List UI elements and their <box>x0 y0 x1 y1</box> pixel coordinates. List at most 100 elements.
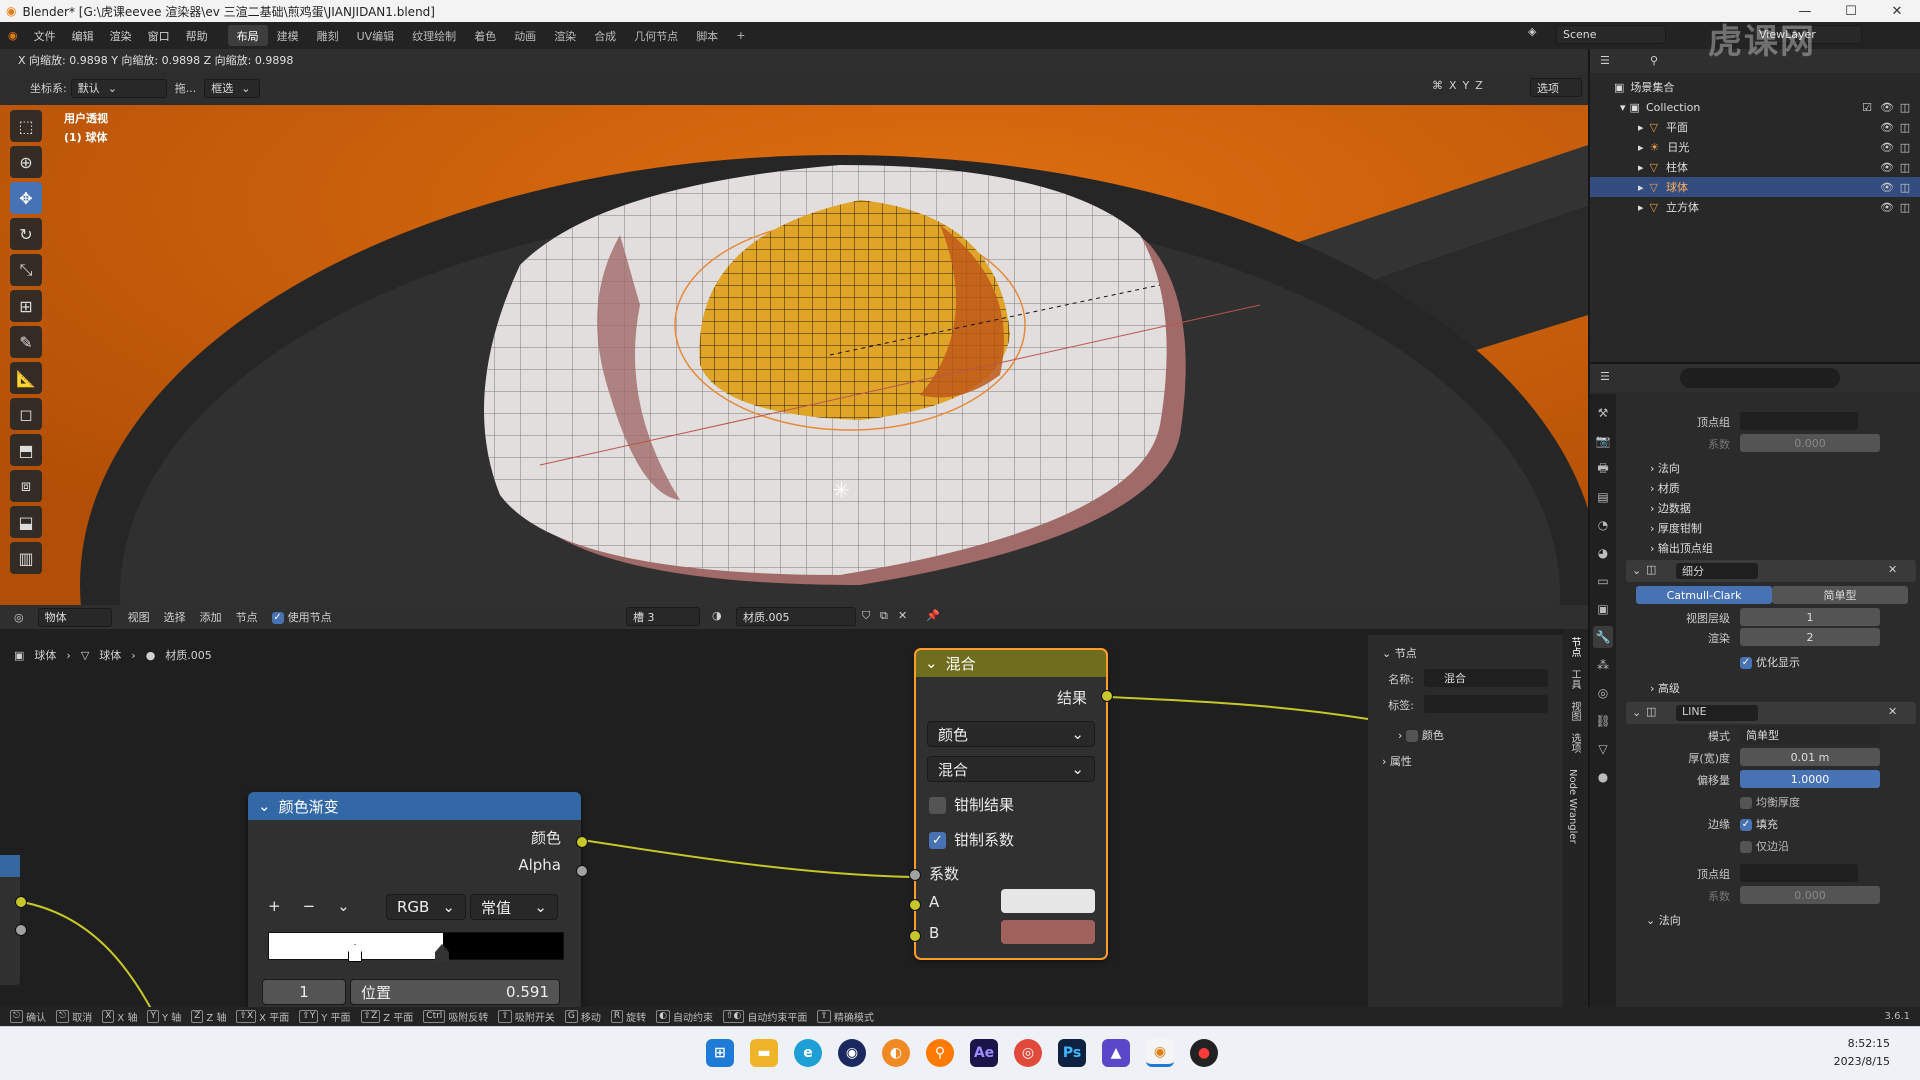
tab-scripting[interactable]: 脚本 <box>687 25 727 46</box>
result-output-socket[interactable] <box>1101 690 1113 702</box>
collapse-arrow-icon[interactable]: ⌄ <box>925 654 938 672</box>
camera-icon[interactable]: ◫ <box>1898 200 1912 214</box>
tab-geometry-nodes[interactable]: 几何节点 <box>625 25 687 46</box>
color-a-swatch[interactable] <box>1001 889 1095 913</box>
outliner-item-cylinder[interactable]: ▸ ▽ 柱体 👁 ◫ <box>1590 157 1920 177</box>
stop-index-field[interactable]: 1 <box>262 979 346 1005</box>
remove-modifier-icon[interactable]: ✕ <box>1888 705 1897 718</box>
axis-x-toggle[interactable]: X <box>1449 79 1457 92</box>
cursor-icon[interactable]: ⊕ <box>10 146 42 178</box>
clamp-factor-checkbox[interactable]: ✓ 钳制系数 <box>929 829 1014 850</box>
section-normals[interactable]: › 法向 <box>1650 460 1680 476</box>
particles-tab-icon[interactable]: ⁂ <box>1593 654 1613 676</box>
tab-modeling[interactable]: 建模 <box>268 25 308 46</box>
output-tab-icon[interactable]: 🖶 <box>1593 458 1613 480</box>
sidebar-tab-node[interactable]: 节点 <box>1567 637 1582 657</box>
collection-tab-icon[interactable]: ▭ <box>1593 570 1613 592</box>
eye-icon[interactable]: 👁 <box>1880 120 1894 134</box>
search-app-icon[interactable]: ⚲ <box>926 1039 954 1067</box>
node-color-toggle[interactable]: › 颜色 <box>1398 727 1444 743</box>
vertex-group-field[interactable] <box>1740 412 1858 430</box>
object-tab-icon[interactable]: ▣ <box>1593 598 1613 620</box>
node-label-field[interactable] <box>1424 695 1548 713</box>
add-workspace-button[interactable]: + <box>727 25 754 46</box>
app-m-icon[interactable]: ▲ <box>1102 1039 1130 1067</box>
options-dropdown[interactable]: 选项 <box>1530 78 1582 97</box>
scene-selector-icon[interactable]: ◈ <box>1528 25 1536 38</box>
remove-modifier-icon[interactable]: ✕ <box>1888 563 1897 576</box>
material-tab-icon[interactable]: ● <box>1593 766 1613 788</box>
camera-icon[interactable]: ◫ <box>1898 180 1912 194</box>
even-thickness-checkbox[interactable]: 均衡厚度 <box>1740 794 1800 810</box>
taskbar-clock[interactable]: 8:52:15 2023/8/15 <box>1834 1035 1890 1071</box>
eye-icon[interactable]: 👁 <box>1880 180 1894 194</box>
sidebar-tab-options[interactable]: 选项 <box>1567 733 1582 753</box>
select-box-icon[interactable]: ⬚ <box>10 110 42 142</box>
chevron-down-icon[interactable]: ⌄ <box>1632 564 1641 577</box>
color-output-socket[interactable] <box>576 836 588 848</box>
expand-arrow-icon[interactable]: ▸ <box>1638 181 1644 194</box>
menu-render[interactable]: 渲染 <box>102 22 140 49</box>
blender-alt-icon[interactable]: ◐ <box>882 1039 910 1067</box>
sidebar-tab-tool[interactable]: 工具 <box>1567 669 1582 689</box>
select-mode-dropdown[interactable]: 框选 ⌄ <box>204 78 261 98</box>
annotate-icon[interactable]: ✎ <box>10 326 42 358</box>
tab-animation[interactable]: 动画 <box>505 25 545 46</box>
add-cube-icon[interactable]: ◻ <box>10 398 42 430</box>
node-section-header[interactable]: ⌄ 节点 <box>1382 645 1417 661</box>
photoshop-icon[interactable]: Ps <box>1058 1039 1086 1067</box>
tab-layout[interactable]: 布局 <box>227 25 268 46</box>
file-explorer-icon[interactable]: ▬ <box>750 1039 778 1067</box>
chrome-icon[interactable]: ◎ <box>1014 1039 1042 1067</box>
tab-uv-editing[interactable]: UV编辑 <box>348 25 404 46</box>
render-levels-field[interactable]: 2 <box>1740 628 1880 646</box>
properties-editor-icon[interactable]: ☰ <box>1600 370 1610 383</box>
solidify-vgroup-field[interactable] <box>1740 864 1858 882</box>
mix-node-header[interactable]: ⌄ 混合 <box>915 649 1107 677</box>
collection-row[interactable]: ▾ ▣ Collection ☑ 👁 ◫ <box>1590 97 1920 117</box>
outliner-item-cube[interactable]: ▸ ▽ 立方体 👁 ◫ <box>1590 197 1920 217</box>
measure-icon[interactable]: 📐 <box>10 362 42 394</box>
rotate-icon[interactable]: ↻ <box>10 218 42 250</box>
expand-arrow-icon[interactable]: ▸ <box>1638 141 1644 154</box>
scene-tab-icon[interactable]: ◔ <box>1593 514 1613 536</box>
outliner-item-plane[interactable]: ▸ ▽ 平面 👁 ◫ <box>1590 117 1920 137</box>
eye-icon[interactable]: 👁 <box>1880 140 1894 154</box>
sidebar-tab-node-wrangler[interactable]: Node Wrangler <box>1567 769 1578 844</box>
eye-icon[interactable]: 👁 <box>1880 100 1894 114</box>
filter-icon[interactable]: ⚲ <box>1650 54 1658 67</box>
remove-stop-button[interactable]: − <box>303 897 316 915</box>
data-tab-icon[interactable]: ▽ <box>1593 738 1613 760</box>
blend-mode-dropdown[interactable]: 混合 ⌄ <box>927 756 1095 782</box>
outliner-item-sphere[interactable]: ▸ ▽ 球体 👁 ◫ <box>1590 177 1920 197</box>
after-effects-icon[interactable]: Ae <box>970 1039 998 1067</box>
section-advanced[interactable]: › 高级 <box>1650 680 1680 696</box>
tab-sculpting[interactable]: 雕刻 <box>308 25 348 46</box>
tab-compositing[interactable]: 合成 <box>585 25 625 46</box>
checkbox-icon[interactable]: ☑ <box>1860 100 1874 114</box>
modifier-tab-icon[interactable]: 🔧 <box>1593 626 1613 648</box>
gizmo-icon[interactable]: ⌘ <box>1432 79 1443 92</box>
sidebar-tab-view[interactable]: 视图 <box>1567 701 1582 721</box>
data-type-dropdown[interactable]: 颜色 ⌄ <box>927 721 1095 747</box>
physics-tab-icon[interactable]: ◎ <box>1593 682 1613 704</box>
clamp-result-checkbox[interactable]: 钳制结果 <box>929 794 1014 815</box>
chevron-down-icon[interactable]: ⌄ <box>337 897 350 915</box>
camera-icon[interactable]: ◫ <box>1898 160 1912 174</box>
maximize-button[interactable]: ☐ <box>1828 0 1874 22</box>
section-thickness-clamp[interactable]: › 厚度钳制 <box>1650 520 1702 536</box>
a-input-socket[interactable] <box>909 899 921 911</box>
scene-collection-row[interactable]: ▣ 场景集合 <box>1590 77 1920 97</box>
thickness-field[interactable]: 0.01 m <box>1740 748 1880 766</box>
section-materials[interactable]: › 材质 <box>1650 480 1680 496</box>
properties-search-input[interactable] <box>1680 368 1840 388</box>
factor-input-socket[interactable] <box>909 869 921 881</box>
solidify-modifier-header[interactable]: ⌄ ◫ LINE ✕ <box>1626 702 1916 724</box>
eye-icon[interactable]: 👁 <box>1880 160 1894 174</box>
menu-help[interactable]: 帮助 <box>178 22 216 49</box>
section-solidify-normals[interactable]: ⌄ 法向 <box>1646 912 1681 928</box>
expand-arrow-icon[interactable]: ▾ <box>1620 101 1626 114</box>
viewport-levels-field[interactable]: 1 <box>1740 608 1880 626</box>
menu-window[interactable]: 窗口 <box>140 22 178 49</box>
simple-tab[interactable]: 简单型 <box>1772 586 1908 604</box>
